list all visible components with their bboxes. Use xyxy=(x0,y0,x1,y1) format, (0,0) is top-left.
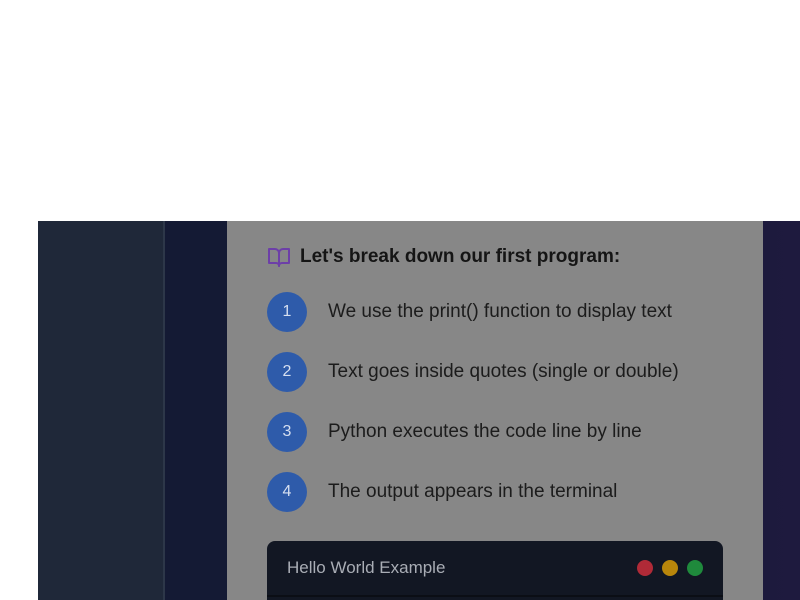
step-item: 1 We use the print() function to display… xyxy=(267,292,747,332)
sidebar xyxy=(38,221,165,600)
yellow-dot-icon xyxy=(662,560,678,576)
step-number-badge: 1 xyxy=(267,292,307,332)
step-item: 2 Text goes inside quotes (single or dou… xyxy=(267,352,747,392)
step-item: 3 Python executes the code line by line xyxy=(267,412,747,452)
step-item: 4 The output appears in the terminal xyxy=(267,472,747,512)
app-window: Let's break down our first program: 1 We… xyxy=(38,221,800,600)
lesson-heading: Let's break down our first program: xyxy=(300,246,621,267)
step-text: The output appears in the terminal xyxy=(328,481,618,502)
lesson-heading-row: Let's break down our first program: xyxy=(267,245,620,269)
step-number-badge: 3 xyxy=(267,412,307,452)
green-dot-icon xyxy=(687,560,703,576)
code-example-panel: Hello World Example xyxy=(267,541,723,600)
red-dot-icon xyxy=(637,560,653,576)
step-number-badge: 2 xyxy=(267,352,307,392)
step-text: We use the print() function to display t… xyxy=(328,301,672,322)
code-panel-title: Hello World Example xyxy=(287,558,446,577)
step-text: Python executes the code line by line xyxy=(328,421,642,442)
steps-list: 1 We use the print() function to display… xyxy=(267,292,747,532)
lesson-content-card: Let's break down our first program: 1 We… xyxy=(227,221,763,600)
step-number-badge: 4 xyxy=(267,472,307,512)
window-controls xyxy=(637,560,703,576)
code-panel-header: Hello World Example xyxy=(267,541,723,597)
blank-area xyxy=(0,0,800,221)
book-icon xyxy=(267,245,291,269)
step-text: Text goes inside quotes (single or doubl… xyxy=(328,361,679,382)
